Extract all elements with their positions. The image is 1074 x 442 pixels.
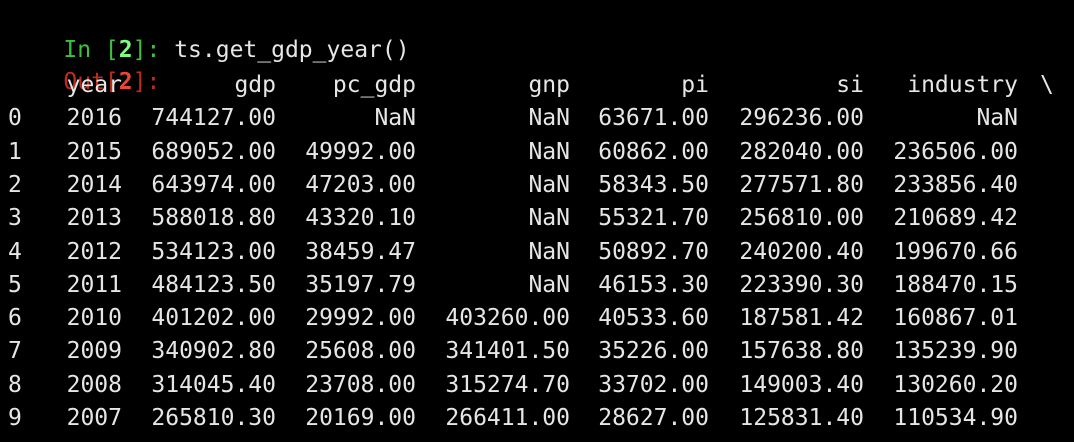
table-cell-gdp: 643974.00 xyxy=(151,171,276,198)
column-header-si: si xyxy=(836,72,864,98)
table-cell-pc-gdp: 23708.00 xyxy=(305,371,416,398)
table-cell-industry: NaN xyxy=(976,105,1018,132)
row-index: 0 xyxy=(8,105,22,132)
table-cell-si: 149003.40 xyxy=(739,371,864,398)
row-index: 9 xyxy=(8,405,22,431)
row-index: 1 xyxy=(8,138,22,165)
row-index: 6 xyxy=(8,305,22,332)
row-index: 2 xyxy=(8,171,22,198)
table-cell-gnp: 266411.00 xyxy=(445,405,570,431)
table-cell-year: 2009 xyxy=(66,338,122,365)
table-cell-gnp: 315274.70 xyxy=(445,371,570,398)
row-index: 3 xyxy=(8,205,22,232)
row-index: 8 xyxy=(8,371,22,398)
table-cell-gnp: NaN xyxy=(528,238,570,265)
table-cell-industry: 110534.90 xyxy=(893,405,1018,431)
table-cell-pc-gdp: 20169.00 xyxy=(305,405,416,431)
table-cell-year: 2011 xyxy=(66,271,122,298)
table-cell-pc-gdp: 49992.00 xyxy=(305,138,416,165)
table-cell-pi: 40533.60 xyxy=(598,305,709,332)
table-cell-pc-gdp: 29992.00 xyxy=(305,305,416,332)
table-cell-year: 2015 xyxy=(66,138,122,165)
table-cell-pi: 58343.50 xyxy=(598,171,709,198)
table-cell-pi: 60862.00 xyxy=(598,138,709,165)
table-cell-year: 2007 xyxy=(66,405,122,431)
table-cell-si: 296236.00 xyxy=(739,105,864,132)
table-cell-year: 2008 xyxy=(66,371,122,398)
table-cell-year: 2014 xyxy=(66,171,122,198)
table-cell-gnp: NaN xyxy=(528,205,570,232)
table-cell-gnp: 341401.50 xyxy=(445,338,570,365)
table-cell-industry: 135239.90 xyxy=(893,338,1018,365)
column-header-pc-gdp: pc_gdp xyxy=(332,72,416,98)
table-cell-industry: 130260.20 xyxy=(893,371,1018,398)
table-cell-si: 256810.00 xyxy=(739,205,864,232)
table-cell-industry: 199670.66 xyxy=(893,238,1018,265)
table-cell-gdp: 265810.30 xyxy=(151,405,276,431)
column-header-gnp: gnp xyxy=(528,72,570,98)
table-cell-pi: 35226.00 xyxy=(598,338,709,365)
table-cell-gdp: 484123.50 xyxy=(151,271,276,298)
table-cell-gnp: NaN xyxy=(528,271,570,298)
table-cell-gdp: 744127.00 xyxy=(151,105,276,132)
table-cell-year: 2012 xyxy=(66,238,122,265)
table-cell-gnp: NaN xyxy=(528,138,570,165)
row-index: 4 xyxy=(8,238,22,265)
table-cell-pi: 28627.00 xyxy=(598,405,709,431)
table-cell-si: 240200.40 xyxy=(739,238,864,265)
line-continuation-marker: \ xyxy=(1040,72,1054,98)
column-header-year: year xyxy=(66,72,122,98)
table-cell-pc-gdp: 35197.79 xyxy=(305,271,416,298)
input-code[interactable]: ts.get_gdp_year() xyxy=(174,37,409,63)
table-cell-pi: 55321.70 xyxy=(598,205,709,232)
table-cell-gdp: 401202.00 xyxy=(151,305,276,332)
table-cell-industry: 233856.40 xyxy=(893,171,1018,198)
table-cell-gdp: 340902.80 xyxy=(151,338,276,365)
table-cell-pc-gdp: 38459.47 xyxy=(305,238,416,265)
column-header-pi: pi xyxy=(681,72,709,98)
table-cell-industry: 188470.15 xyxy=(893,271,1018,298)
table-cell-si: 157638.80 xyxy=(739,338,864,365)
table-cell-gdp: 314045.40 xyxy=(151,371,276,398)
table-cell-pc-gdp: 43320.10 xyxy=(305,205,416,232)
table-cell-si: 223390.30 xyxy=(739,271,864,298)
column-header-industry: industry xyxy=(907,72,1018,98)
table-cell-si: 282040.00 xyxy=(739,138,864,165)
table-cell-gdp: 534123.00 xyxy=(151,238,276,265)
table-cell-gnp: NaN xyxy=(528,171,570,198)
row-index: 7 xyxy=(8,338,22,365)
table-cell-industry: 210689.42 xyxy=(893,205,1018,232)
table-cell-pc-gdp: 47203.00 xyxy=(305,171,416,198)
table-cell-year: 2013 xyxy=(66,205,122,232)
table-cell-gnp: NaN xyxy=(528,105,570,132)
table-cell-industry: 236506.00 xyxy=(893,138,1018,165)
table-cell-industry: 160867.01 xyxy=(893,305,1018,332)
table-cell-pc-gdp: NaN xyxy=(374,105,416,132)
table-cell-pi: 33702.00 xyxy=(598,371,709,398)
table-cell-pc-gdp: 25608.00 xyxy=(305,338,416,365)
table-cell-year: 2016 xyxy=(66,105,122,132)
table-cell-pi: 50892.70 xyxy=(598,238,709,265)
table-cell-gdp: 588018.80 xyxy=(151,205,276,232)
table-cell-gnp: 403260.00 xyxy=(445,305,570,332)
table-cell-gdp: 689052.00 xyxy=(151,138,276,165)
row-index: 5 xyxy=(8,271,22,298)
input-line[interactable]: In [2]: ts.get_gdp_year() xyxy=(8,2,409,63)
table-cell-si: 125831.40 xyxy=(739,405,864,431)
output-line: Out[2]: xyxy=(8,34,160,95)
column-header-gdp: gdp xyxy=(234,72,276,98)
table-cell-year: 2010 xyxy=(66,305,122,332)
table-cell-si: 187581.42 xyxy=(739,305,864,332)
table-cell-si: 277571.80 xyxy=(739,171,864,198)
table-cell-pi: 63671.00 xyxy=(598,105,709,132)
table-cell-pi: 46153.30 xyxy=(598,271,709,298)
